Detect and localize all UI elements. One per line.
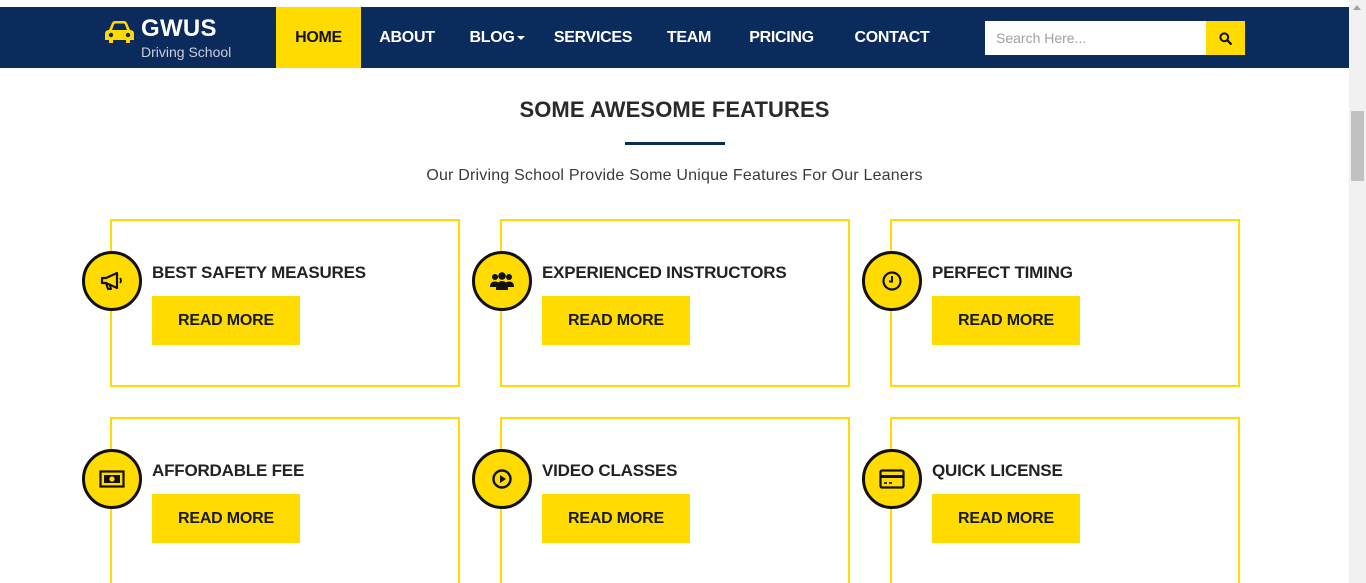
card-title: AFFORDABLE FEE xyxy=(152,461,305,480)
read-more-button[interactable]: READ MORE xyxy=(152,494,300,543)
main-nav: HOME ABOUT BLOG SERVICES TEAM PRICING CO… xyxy=(276,7,954,68)
nav-blog[interactable]: BLOG xyxy=(453,7,541,68)
logo-title: GWUS xyxy=(141,15,217,42)
nav-blog-label: BLOG xyxy=(469,29,515,46)
play-icon xyxy=(492,469,512,489)
nav-contact-label: CONTACT xyxy=(854,29,930,46)
card-title: EXPERIENCED INSTRUCTORS xyxy=(542,263,787,282)
card-icon-badge xyxy=(472,251,532,311)
read-more-button[interactable]: READ MORE xyxy=(542,494,690,543)
card-icon-badge xyxy=(472,449,532,509)
card-icon-badge xyxy=(82,449,142,509)
section-title: SOME AWESOME FEATURES xyxy=(519,97,830,122)
feature-card: AFFORDABLE FEE READ MORE xyxy=(82,417,460,583)
card-icon-badge xyxy=(82,251,142,311)
feature-card: PERFECT TIMING READ MORE xyxy=(862,219,1240,387)
read-more-button[interactable]: READ MORE xyxy=(932,296,1080,345)
nav-services-label: SERVICES xyxy=(553,29,633,46)
feature-card: QUICK LICENSE READ MORE xyxy=(862,417,1240,583)
nav-team[interactable]: TEAM xyxy=(645,7,733,68)
search-button[interactable] xyxy=(1206,21,1245,55)
megaphone-icon xyxy=(100,271,122,290)
nav-about-label: ABOUT xyxy=(379,29,435,46)
users-icon xyxy=(490,272,514,290)
navbar: GWUS Driving School HOME ABOUT BLOG SERV… xyxy=(0,7,1349,68)
scrollbar-thumb[interactable] xyxy=(1351,111,1364,181)
scroll-up-arrow-icon[interactable] xyxy=(1353,5,1361,10)
nav-about[interactable]: ABOUT xyxy=(361,7,453,68)
card-title: VIDEO CLASSES xyxy=(542,461,678,480)
page-scrollbar[interactable] xyxy=(1349,0,1366,583)
nav-contact[interactable]: CONTACT xyxy=(830,7,954,68)
section-subtitle: Our Driving School Provide Some Unique F… xyxy=(426,167,923,184)
page: GWUS Driving School HOME ABOUT BLOG SERV… xyxy=(0,0,1349,583)
nav-pricing[interactable]: PRICING xyxy=(733,7,830,68)
nav-services[interactable]: SERVICES xyxy=(541,7,645,68)
card-icon-badge xyxy=(862,251,922,311)
car-icon xyxy=(105,21,134,43)
read-more-button[interactable]: READ MORE xyxy=(542,296,690,345)
nav-pricing-label: PRICING xyxy=(749,29,814,46)
clock-icon xyxy=(882,271,902,291)
search-box xyxy=(985,21,1245,55)
card-title: PERFECT TIMING xyxy=(932,263,1073,282)
card-icon-badge xyxy=(862,449,922,509)
section-divider xyxy=(625,142,725,145)
search-input[interactable] xyxy=(985,21,1206,55)
money-icon xyxy=(99,470,125,488)
top-strip xyxy=(0,0,1349,7)
nav-team-label: TEAM xyxy=(666,29,712,46)
card-title: BEST SAFETY MEASURES xyxy=(152,263,366,282)
feature-card: VIDEO CLASSES READ MORE xyxy=(472,417,850,583)
chevron-down-icon xyxy=(516,35,525,40)
card-title: QUICK LICENSE xyxy=(932,461,1063,480)
nav-home[interactable]: HOME xyxy=(276,7,361,68)
logo[interactable]: GWUS Driving School xyxy=(103,15,263,63)
feature-card: EXPERIENCED INSTRUCTORS READ MORE xyxy=(472,219,850,387)
search-icon xyxy=(1219,31,1232,45)
read-more-button[interactable]: READ MORE xyxy=(152,296,300,345)
nav-home-label: HOME xyxy=(295,29,342,46)
logo-subtitle: Driving School xyxy=(141,44,232,60)
feature-card: BEST SAFETY MEASURES READ MORE xyxy=(82,219,460,387)
read-more-button[interactable]: READ MORE xyxy=(932,494,1080,543)
credit-card-icon xyxy=(879,469,905,489)
